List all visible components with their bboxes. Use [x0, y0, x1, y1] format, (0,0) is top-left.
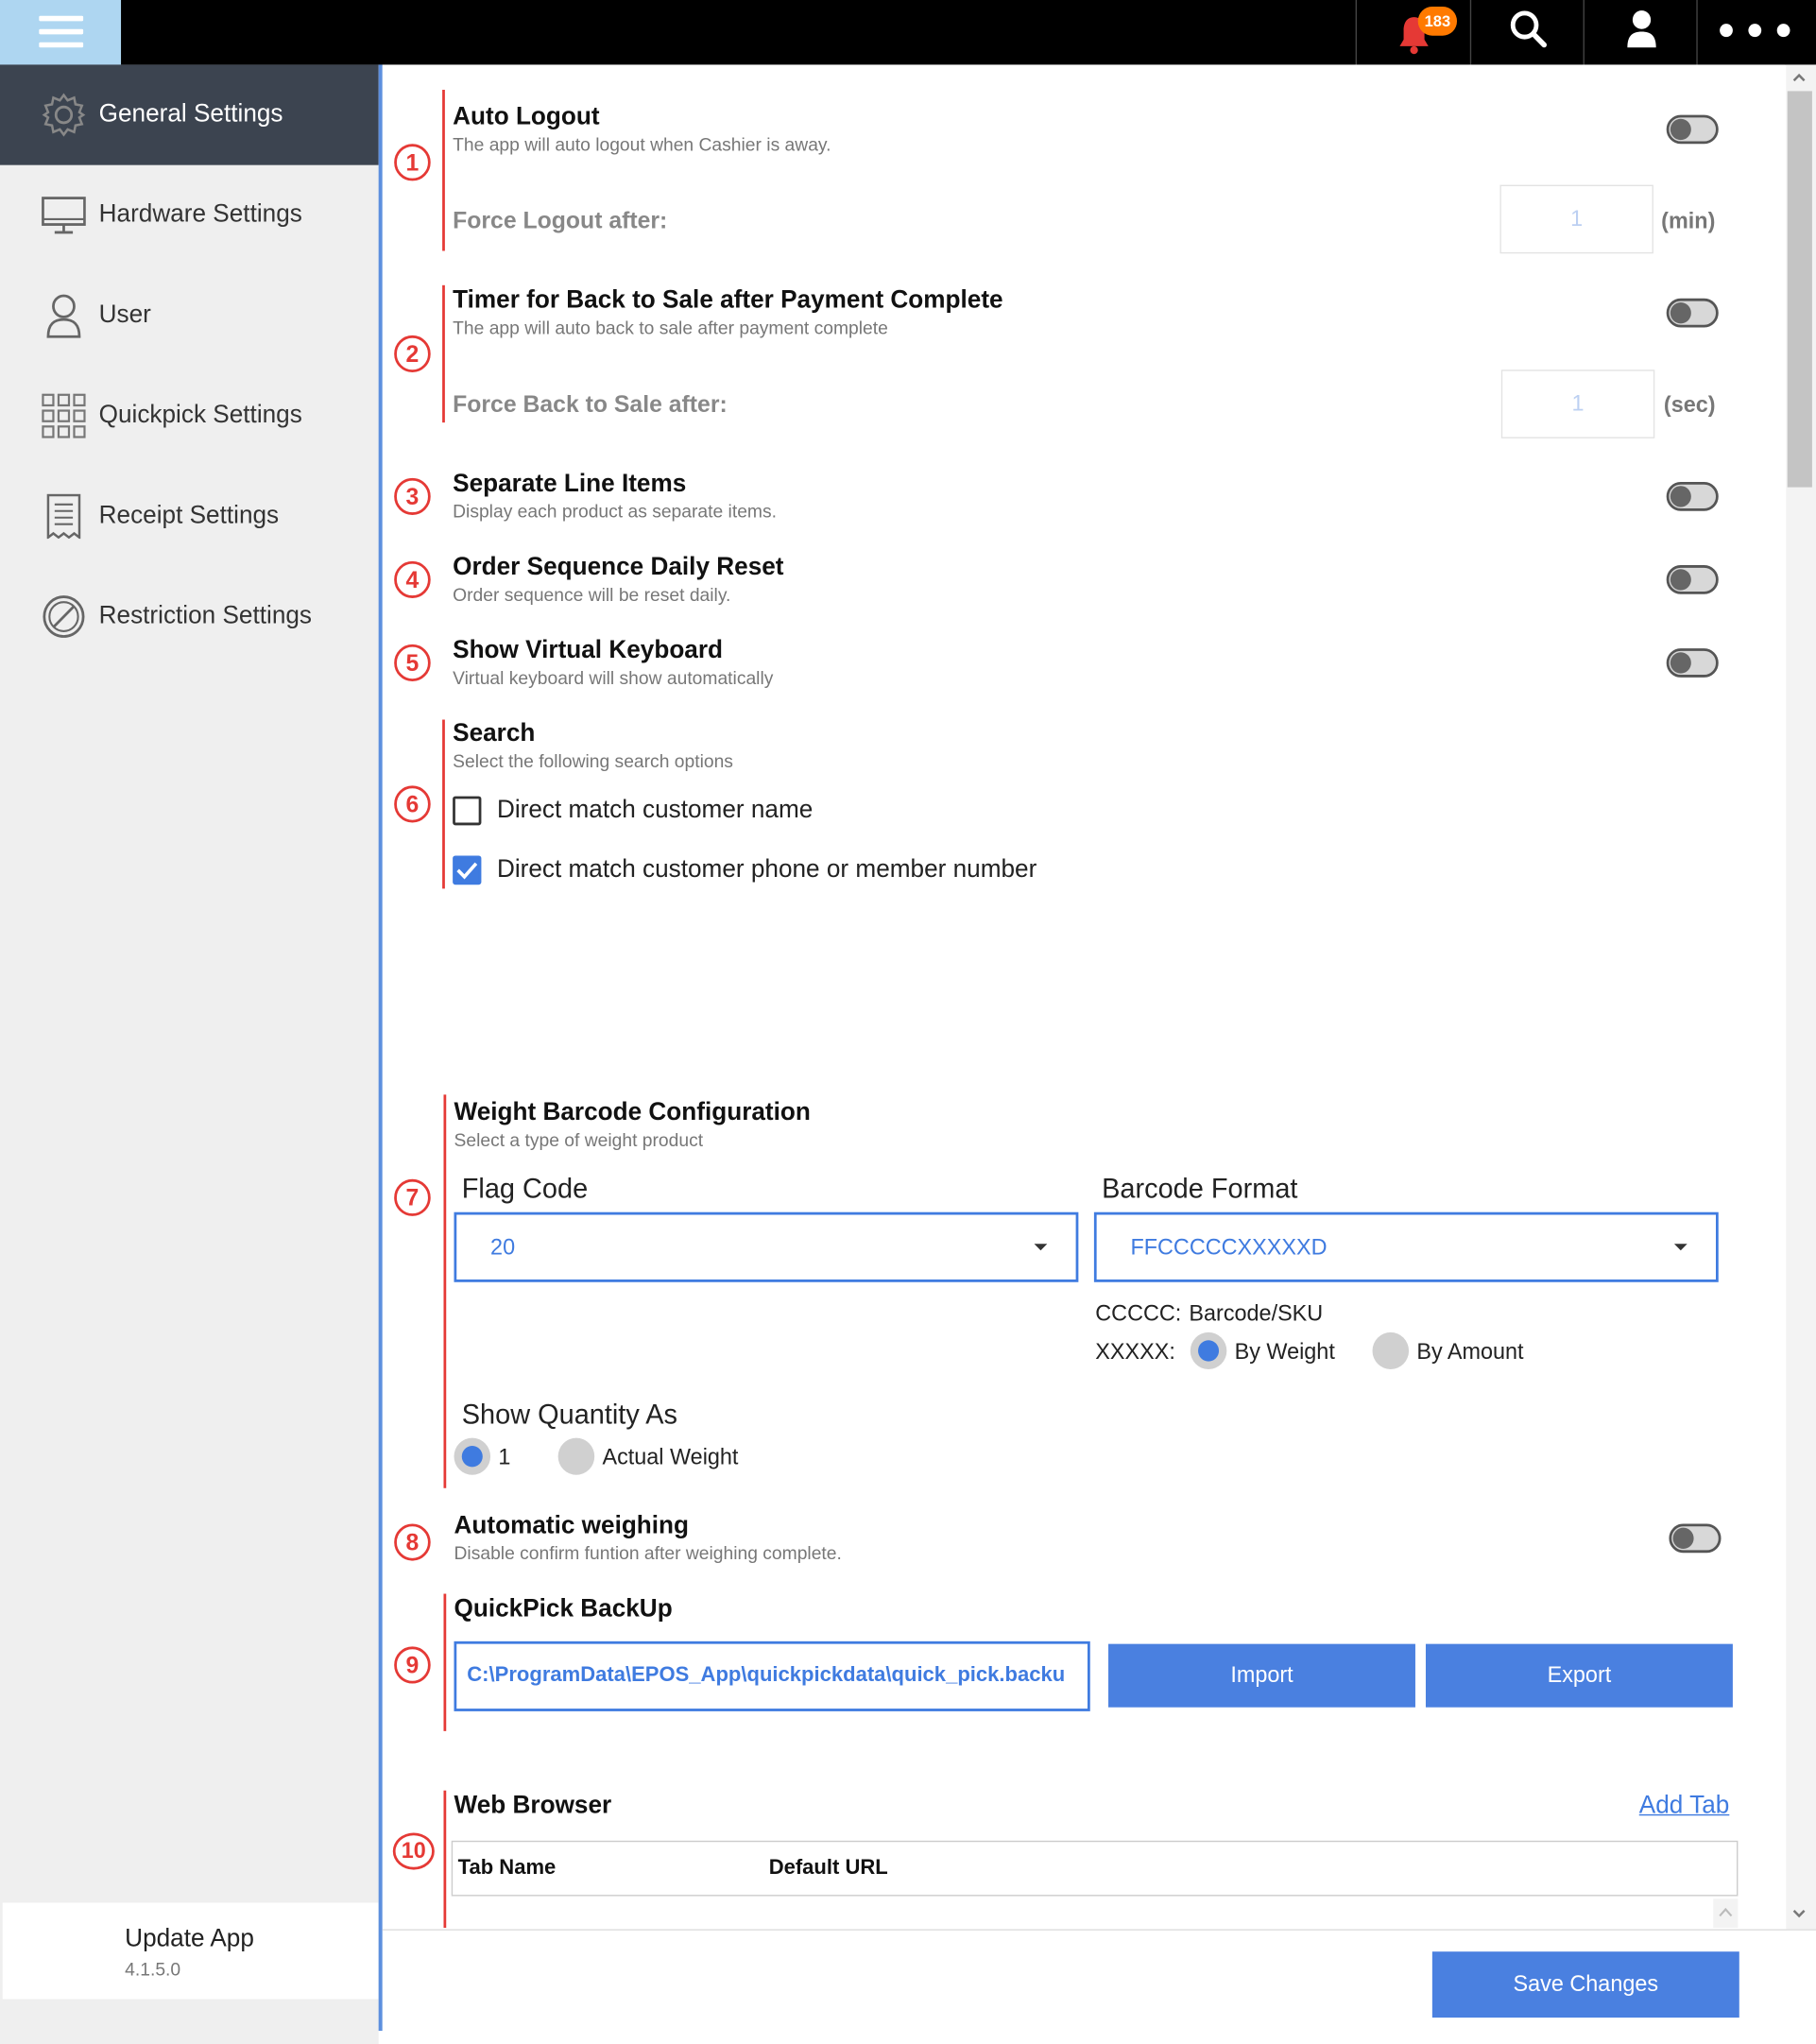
timer-back-toggle[interactable]: [1666, 298, 1719, 328]
quickpick-backup-title: QuickPick BackUp: [454, 1594, 673, 1623]
section-number: 8: [394, 1523, 431, 1561]
separate-lines-desc: Display each product as separate items.: [453, 500, 777, 522]
table-scroll-up[interactable]: [1713, 1898, 1739, 1929]
auto-logout-toggle[interactable]: [1666, 114, 1719, 145]
force-back-input[interactable]: [1500, 369, 1655, 438]
barcode-format-select[interactable]: FFCCCCCXXXXXD: [1093, 1211, 1719, 1282]
force-logout-label: Force Logout after:: [453, 207, 668, 234]
section-marker: [442, 284, 445, 423]
force-back-unit: (sec): [1663, 391, 1716, 418]
search-name-checkbox[interactable]: [453, 796, 482, 826]
section-number: 6: [394, 785, 431, 823]
show-quantity-label: Show Quantity As: [461, 1400, 677, 1431]
force-logout-unit: (min): [1661, 208, 1716, 234]
chevron-up-icon: [1792, 73, 1806, 82]
virtual-keyboard-toggle[interactable]: [1666, 648, 1719, 678]
column-header-default-url: Default URL: [768, 1856, 888, 1880]
search-name-label: Direct match customer name: [496, 796, 814, 824]
force-back-label: Force Back to Sale after:: [453, 390, 728, 418]
section-number: 2: [394, 335, 431, 373]
qty-one-label: 1: [498, 1444, 511, 1470]
qty-one-radio[interactable]: [454, 1437, 491, 1475]
section-marker: [443, 1593, 447, 1731]
by-weight-radio[interactable]: [1190, 1331, 1227, 1370]
xxxx-key: XXXXX:: [1095, 1338, 1175, 1365]
order-reset-title: Order Sequence Daily Reset: [453, 553, 784, 581]
search-desc: Select the following search options: [453, 749, 733, 772]
section-marker: [443, 1790, 447, 1929]
auto-weighing-toggle[interactable]: [1669, 1523, 1722, 1554]
section-number: 10: [392, 1832, 435, 1870]
chevron-up-icon: [1719, 1907, 1733, 1917]
barcode-format-value: FFCCCCCXXXXXD: [1130, 1234, 1328, 1261]
flag-code-select[interactable]: 20: [454, 1211, 1079, 1282]
backup-path-value: C:\ProgramData\EPOS_App\quickpickdata\qu…: [467, 1663, 1066, 1687]
search-phone-label: Direct match customer phone or member nu…: [496, 855, 1037, 884]
separate-lines-title: Separate Line Items: [453, 470, 687, 498]
qty-actual-weight-radio[interactable]: [557, 1437, 595, 1475]
section-number: 3: [394, 477, 431, 515]
web-browser-title: Web Browser: [454, 1792, 612, 1820]
caret-down-icon: [1034, 1244, 1048, 1251]
checkmark-icon: [456, 862, 478, 880]
auto-logout-desc: The app will auto logout when Cashier is…: [453, 133, 831, 155]
separate-lines-toggle[interactable]: [1666, 482, 1719, 511]
auto-weighing-desc: Disable confirm funtion after weighing c…: [454, 1542, 842, 1564]
weight-barcode-desc: Select a type of weight product: [454, 1128, 704, 1151]
order-reset-toggle[interactable]: [1666, 565, 1719, 594]
by-amount-radio[interactable]: [1372, 1331, 1410, 1370]
scrollbar-thumb[interactable]: [1787, 91, 1812, 488]
virtual-keyboard-desc: Virtual keyboard will show automatically: [453, 666, 774, 688]
section-marker: [442, 90, 445, 251]
section-number: 7: [394, 1178, 431, 1216]
section-number: 4: [394, 560, 431, 598]
export-button[interactable]: Export: [1425, 1643, 1733, 1708]
section-marker: [442, 719, 445, 889]
section-marker: [443, 1094, 447, 1488]
by-weight-label: By Weight: [1234, 1338, 1335, 1365]
caret-down-icon: [1673, 1244, 1688, 1251]
auto-weighing-title: Automatic weighing: [454, 1511, 690, 1540]
weight-barcode-title: Weight Barcode Configuration: [454, 1098, 811, 1126]
import-button[interactable]: Import: [1108, 1643, 1415, 1708]
auto-logout-title: Auto Logout: [453, 102, 600, 131]
search-phone-checkbox[interactable]: [453, 855, 482, 885]
chevron-down-icon: [1792, 1910, 1806, 1918]
barcode-format-label: Barcode Format: [1102, 1174, 1298, 1205]
force-logout-input[interactable]: [1499, 184, 1653, 254]
backup-path-input[interactable]: C:\ProgramData\EPOS_App\quickpickdata\qu…: [454, 1640, 1090, 1711]
cccc-value: Barcode/SKU: [1189, 1300, 1324, 1326]
column-header-tab-name: Tab Name: [457, 1856, 557, 1880]
save-changes-button[interactable]: Save Changes: [1431, 1951, 1739, 2018]
timer-back-title: Timer for Back to Sale after Payment Com…: [453, 286, 1003, 315]
footer-bar: Save Changes: [382, 1929, 1816, 2044]
by-amount-label: By Amount: [1416, 1338, 1524, 1365]
flag-code-value: 20: [490, 1234, 516, 1261]
cccc-key: CCCCC:: [1095, 1300, 1182, 1326]
flag-code-label: Flag Code: [461, 1174, 589, 1205]
order-reset-desc: Order sequence will be reset daily.: [453, 583, 731, 605]
add-tab-link[interactable]: Add Tab: [1639, 1792, 1730, 1821]
section-number: 1: [394, 144, 431, 181]
settings-panel: 1 Auto Logout The app will auto logout w…: [382, 64, 1785, 1930]
qty-actual-weight-label: Actual Weight: [602, 1444, 739, 1470]
web-browser-table-header: Tab Name Default URL: [451, 1840, 1739, 1897]
section-number: 5: [394, 644, 431, 682]
virtual-keyboard-title: Show Virtual Keyboard: [453, 636, 724, 664]
app-window: 183 General Settings Hardware Settings U…: [0, 0, 1816, 2044]
section-number: 9: [394, 1646, 431, 1684]
search-title: Search: [453, 719, 536, 747]
timer-back-desc: The app will auto back to sale after pay…: [453, 317, 888, 338]
